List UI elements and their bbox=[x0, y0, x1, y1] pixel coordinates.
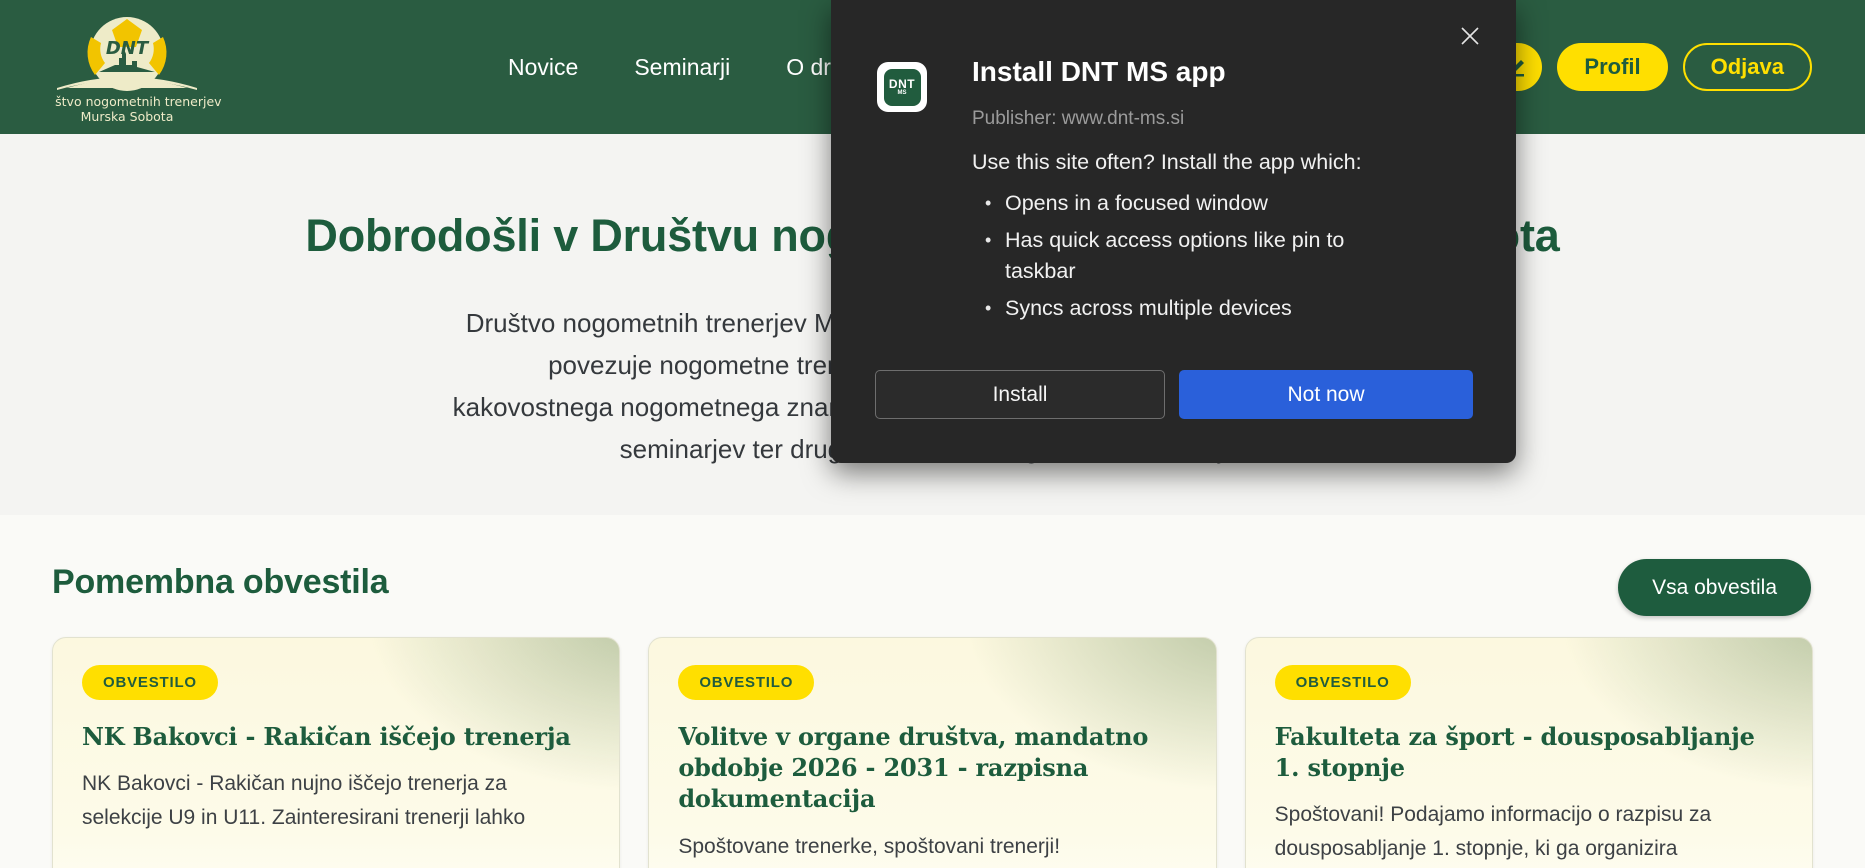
notice-card-body: Spoštovani! Podajamo informacijo o razpi… bbox=[1274, 803, 1712, 861]
benefit-item: Opens in a focused window bbox=[983, 188, 1383, 219]
notice-card-body: Spoštovane trenerke, spoštovani trenerji… bbox=[678, 834, 1061, 858]
notice-card[interactable]: OBVESTILO NK Bakovci - Rakičan iščejo tr… bbox=[52, 637, 621, 868]
notice-badge: OBVESTILO bbox=[1274, 665, 1411, 700]
all-notices-button[interactable]: Vsa obvestila bbox=[1618, 559, 1811, 616]
benefit-item: Has quick access options like pin to tas… bbox=[983, 225, 1383, 287]
site-logo[interactable]: DNT Društvo nogometnih trenerjev Murska … bbox=[32, 12, 245, 124]
profile-button[interactable]: Profil bbox=[1557, 43, 1668, 91]
notice-card-title: NK Bakovci - Rakičan iščejo trenerja bbox=[82, 722, 571, 751]
logout-button[interactable]: Odjava bbox=[1682, 43, 1812, 91]
notice-card[interactable]: OBVESTILO Fakulteta za šport - dousposab… bbox=[1244, 637, 1813, 868]
notices-section: Pomembna obvestila Vsa obvestila OBVESTI… bbox=[0, 515, 1865, 868]
svg-text:Društvo nogometnih trenerjev: Društvo nogometnih trenerjev bbox=[55, 94, 222, 109]
notice-badge: OBVESTILO bbox=[678, 665, 815, 700]
close-icon[interactable] bbox=[1454, 20, 1486, 52]
header-actions: Profil Odjava bbox=[1492, 0, 1812, 134]
nav-item-novice[interactable]: Novice bbox=[508, 54, 578, 81]
svg-text:DNT: DNT bbox=[106, 38, 150, 59]
install-app-dialog: DNT MS Install DNT MS app Publisher: www… bbox=[831, 0, 1516, 463]
dialog-benefits-list: Opens in a focused window Has quick acce… bbox=[983, 188, 1383, 330]
app-icon: DNT MS bbox=[877, 62, 927, 112]
notice-card-body: NK Bakovci - Rakičan nujno iščejo trener… bbox=[82, 772, 526, 830]
not-now-button[interactable]: Not now bbox=[1179, 370, 1473, 419]
app-icon-abbr: DNT bbox=[888, 76, 916, 91]
dnt-logo-icon: DNT Društvo nogometnih trenerjev Murska … bbox=[32, 17, 222, 124]
dialog-lead-text: Use this site often? Install the app whi… bbox=[972, 150, 1362, 174]
svg-text:Murska Sobota: Murska Sobota bbox=[81, 109, 174, 124]
notices-heading: Pomembna obvestila bbox=[52, 563, 389, 601]
dialog-publisher: Publisher: www.dnt-ms.si bbox=[972, 108, 1185, 129]
notice-badge: OBVESTILO bbox=[82, 665, 218, 700]
main-nav: Novice Seminarji O društvu bbox=[508, 0, 886, 134]
notice-card[interactable]: OBVESTILO Volitve v organe društva, mand… bbox=[648, 637, 1217, 868]
benefit-item: Syncs across multiple devices bbox=[983, 293, 1383, 324]
dialog-title: Install DNT MS app bbox=[972, 56, 1226, 87]
page: DNT Društvo nogometnih trenerjev Murska … bbox=[0, 0, 1865, 868]
app-icon-sub: MS bbox=[897, 89, 907, 96]
nav-item-seminarji[interactable]: Seminarji bbox=[634, 54, 730, 81]
notice-card-title: Fakulteta za šport - dousposabljanje 1. … bbox=[1274, 722, 1755, 783]
install-button[interactable]: Install bbox=[875, 370, 1165, 419]
notice-card-title: Volitve v organe društva, mandatno obdob… bbox=[678, 722, 1149, 814]
notice-cards: OBVESTILO NK Bakovci - Rakičan iščejo tr… bbox=[52, 637, 1813, 868]
